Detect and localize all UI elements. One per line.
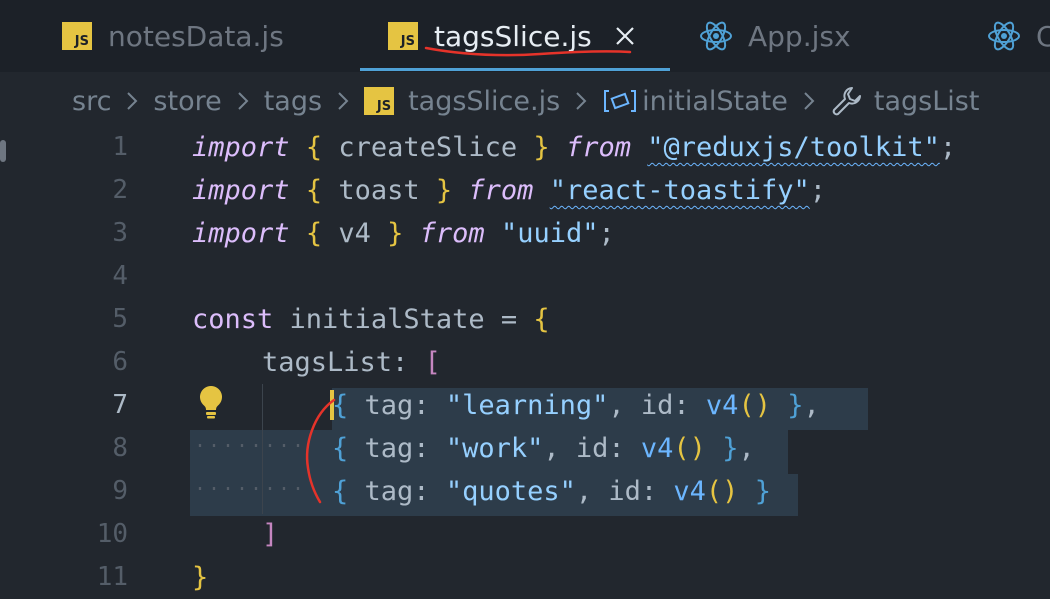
annotation-underline	[424, 46, 632, 57]
tab-bar: JS notesData.js JS tagsSlice.js App.jsx …	[0, 0, 1050, 72]
line-number: 10	[96, 519, 128, 549]
line-number: 5	[112, 304, 128, 334]
line-number: 2	[112, 175, 128, 205]
breadcrumb-item-store[interactable]: store	[153, 86, 221, 117]
code-line: 3 import { v4 } from "uuid";	[0, 212, 1050, 255]
chevron-right-icon	[576, 92, 587, 110]
code-line: 1 import { createSlice } from "@reduxjs/…	[0, 126, 1050, 169]
breadcrumb-item-file[interactable]: JS tagsSlice.js	[364, 86, 560, 117]
variable-symbol-icon	[604, 90, 637, 112]
tab-label: C	[1036, 19, 1050, 53]
code-text: tagsList: [	[262, 347, 441, 378]
whitespace-dots: ········	[194, 435, 307, 458]
code-line: 7 { tag: "learning", id: v4() },	[0, 384, 1050, 427]
react-icon	[988, 21, 1020, 51]
line-number: 7	[112, 390, 128, 420]
breadcrumb-symbol-label: initialState	[642, 85, 788, 117]
lightbulb-icon[interactable]	[196, 384, 226, 420]
code-line: 8 ········ { tag: "work", id: v4() },	[0, 427, 1050, 470]
active-tab-indicator	[360, 68, 670, 71]
code-text: import { toast } from "react-toastify";	[192, 175, 827, 206]
line-number: 3	[112, 218, 128, 248]
breadcrumb: src store tags JS tagsSlice.js initialSt…	[0, 72, 1050, 130]
tab-notesdata[interactable]: JS notesData.js	[62, 0, 284, 72]
code-editor[interactable]: 1 import { createSlice } from "@reduxjs/…	[0, 126, 1050, 599]
line-number: 11	[96, 562, 128, 592]
js-icon: JS	[388, 22, 418, 50]
code-text: import { v4 } from "uuid";	[192, 218, 615, 249]
breadcrumb-item-tagslist[interactable]: tagsList	[830, 84, 980, 118]
line-number: 9	[112, 476, 128, 506]
chevron-right-icon	[804, 92, 815, 110]
whitespace-dots: ········	[194, 478, 307, 501]
line-number: 6	[112, 347, 128, 377]
code-line: 2 import { toast } from "react-toastify"…	[0, 169, 1050, 212]
code-text: }	[192, 562, 209, 593]
code-text: { tag: "work", id: v4() },	[332, 433, 755, 464]
code-line: 6 tagsList: [	[0, 341, 1050, 384]
code-line: 11 }	[0, 556, 1050, 599]
chevron-right-icon	[238, 92, 249, 110]
tab-label: notesData.js	[108, 19, 284, 53]
breadcrumb-item-src[interactable]: src	[72, 86, 111, 117]
code-line: 9 ········ { tag: "quotes", id: v4() }	[0, 470, 1050, 513]
breadcrumb-item-tags[interactable]: tags	[264, 86, 322, 117]
js-icon: JS	[364, 87, 395, 115]
line-number: 4	[112, 261, 128, 291]
js-icon: JS	[62, 22, 92, 50]
line-number: 8	[112, 433, 128, 463]
breadcrumb-property-label: tagsList	[873, 85, 980, 117]
code-line: 10 ]	[0, 513, 1050, 556]
code-text: { tag: "learning", id: v4() },	[332, 390, 820, 421]
breadcrumb-item-initialstate[interactable]: initialState	[602, 86, 788, 117]
annotation-bracket	[305, 398, 336, 504]
tab-label: App.jsx	[748, 19, 851, 53]
react-icon	[700, 21, 732, 51]
code-line: 5 const initialState = {	[0, 298, 1050, 341]
tab-app[interactable]: App.jsx	[698, 0, 851, 72]
code-line: 4	[0, 255, 1050, 298]
code-text: import { createSlice } from "@reduxjs/to…	[192, 132, 957, 163]
chevron-right-icon	[338, 92, 349, 110]
code-text: const initialState = {	[192, 304, 550, 335]
chevron-right-icon	[127, 92, 138, 110]
breadcrumb-file-label: tagsSlice.js	[408, 85, 561, 117]
tab-overflow[interactable]: C	[986, 0, 1050, 72]
wrench-icon	[832, 87, 861, 116]
line-number: 1	[112, 132, 128, 162]
code-text: { tag: "quotes", id: v4() }	[332, 476, 771, 507]
code-text: ]	[262, 519, 279, 550]
